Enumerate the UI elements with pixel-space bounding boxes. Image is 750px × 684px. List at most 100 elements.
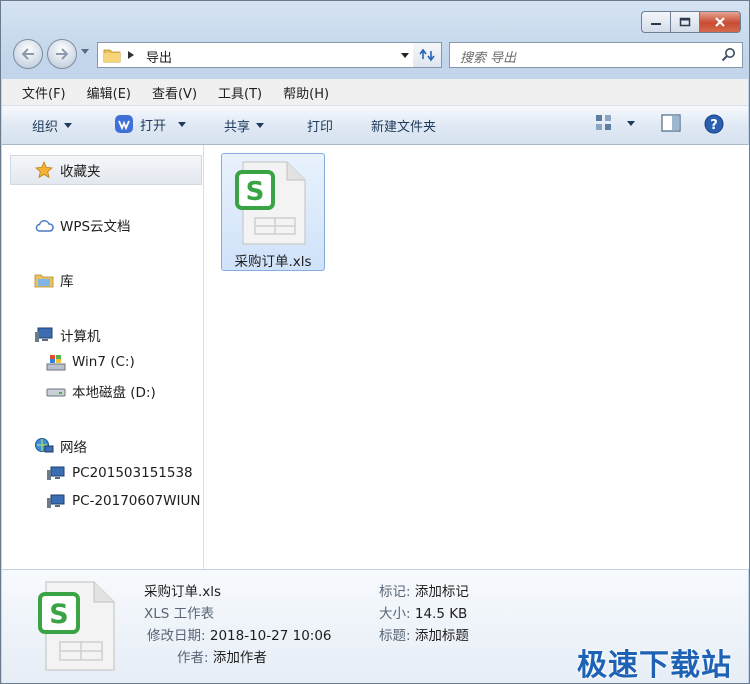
organize-button[interactable]: 组织 — [32, 116, 73, 135]
detail-size: 大小: 14.5 KB — [379, 602, 467, 622]
star-icon — [35, 161, 53, 179]
nav-libraries-label: 库 — [60, 274, 74, 290]
detail-author: 作者: 添加作者 — [177, 646, 267, 666]
detail-author-label: 作者: — [177, 650, 209, 666]
chevron-down-icon — [256, 123, 265, 128]
computer-icon — [47, 466, 65, 480]
nav-wps-cloud-label: WPS云文档 — [60, 219, 131, 235]
nav-computer-label: 计算机 — [60, 329, 101, 345]
file-name: 采购订单.xls — [234, 254, 312, 270]
nav-pc1-label: PC201503151538 — [72, 465, 193, 481]
svg-text:S: S — [246, 177, 265, 207]
help-icon: ? — [704, 114, 724, 134]
search-box[interactable]: 搜索 导出 — [449, 42, 743, 68]
new-folder-label: 新建文件夹 — [371, 120, 437, 135]
hard-drive-icon — [46, 388, 66, 397]
file-list: S 采购订单.xls — [204, 145, 749, 569]
open-button[interactable]: 打开 — [114, 114, 187, 134]
menu-edit[interactable]: 编辑(E) — [78, 83, 140, 102]
nav-computer[interactable]: 计算机 — [34, 325, 101, 345]
menu-file[interactable]: 文件(F) — [13, 83, 75, 102]
detail-size-label: 大小: — [379, 606, 411, 622]
view-options-button[interactable] — [595, 114, 635, 132]
details-pane: S 采购订单.xls XLS 工作表 修改日期: 2018-10-27 10:0… — [2, 569, 748, 683]
menu-bar: 文件(F) 编辑(E) 查看(V) 工具(T) 帮助(H) — [2, 79, 748, 106]
nav-drive-c-label: Win7 (C:) — [72, 354, 135, 370]
menu-view[interactable]: 查看(V) — [143, 83, 206, 102]
detail-title-label: 标题: — [379, 628, 411, 644]
nav-pc1[interactable]: PC201503151538 — [46, 464, 193, 482]
help-button[interactable]: ? — [704, 114, 724, 134]
detail-author-value[interactable]: 添加作者 — [213, 650, 267, 666]
wps-app-icon — [115, 115, 133, 133]
close-icon — [715, 17, 725, 27]
file-item[interactable]: S 采购订单.xls — [221, 153, 325, 271]
new-folder-button[interactable]: 新建文件夹 — [371, 116, 436, 135]
open-label: 打开 — [140, 118, 167, 134]
minimize-icon — [651, 23, 661, 25]
recent-pages-chevron-icon[interactable] — [81, 49, 89, 54]
nav-pc2-label: PC-20170607WIUN — [72, 493, 201, 509]
refresh-icon — [419, 48, 435, 62]
command-bar: 组织 打开 共享 打印 新建文件夹 ? — [2, 106, 748, 145]
forward-button[interactable] — [47, 39, 77, 69]
caption-buttons — [641, 11, 741, 33]
computer-icon — [47, 494, 65, 508]
watermark: 极速下载站 — [577, 648, 732, 683]
view-grid-icon — [596, 115, 611, 130]
nav-drive-c[interactable]: Win7 (C:) — [46, 353, 135, 371]
share-button[interactable]: 共享 — [224, 116, 265, 135]
detail-tags: 标记: 添加标记 — [379, 580, 469, 600]
preview-pane-icon — [661, 114, 681, 132]
address-dropdown-button[interactable] — [396, 43, 414, 67]
menu-help[interactable]: 帮助(H) — [274, 83, 338, 102]
preview-pane-button[interactable] — [661, 114, 681, 132]
organize-label: 组织 — [32, 120, 59, 135]
refresh-button[interactable] — [413, 42, 442, 68]
nav-drive-d[interactable]: 本地磁盘 (D:) — [46, 381, 156, 401]
nav-network-label: 网络 — [60, 440, 87, 456]
nav-drive-d-label: 本地磁盘 (D:) — [72, 385, 156, 401]
folder-icon — [103, 49, 121, 63]
chevron-down-icon — [627, 120, 635, 126]
detail-modified: 修改日期: 2018-10-27 10:06 — [147, 624, 332, 644]
svg-text:S: S — [49, 599, 68, 630]
chevron-down-icon — [401, 52, 409, 58]
arrow-right-icon — [56, 48, 69, 60]
print-button[interactable]: 打印 — [307, 116, 333, 135]
nav-favorites-label: 收藏夹 — [60, 164, 101, 180]
chevron-down-icon — [178, 121, 187, 127]
breadcrumb-arrow-icon[interactable] — [128, 51, 134, 59]
search-icon[interactable] — [721, 47, 736, 62]
address-path[interactable]: 导出 — [146, 47, 172, 66]
nav-pc2[interactable]: PC-20170607WIUN — [46, 492, 203, 510]
maximize-button[interactable] — [670, 11, 699, 33]
detail-modified-label: 修改日期: — [147, 628, 206, 644]
navigation-pane: 收藏夹 WPS云文档 库 计算机 Win7 (C:) 本地磁盘 (D:) 网络 — [2, 145, 204, 569]
detail-size-value: 14.5 KB — [414, 606, 468, 622]
explorer-window: 导出 搜索 导出 文件(F) 编辑(E) 查看(V) 工具(T) 帮助(H) 组… — [0, 0, 750, 684]
wps-spreadsheet-icon: S — [235, 161, 306, 245]
share-label: 共享 — [224, 120, 251, 135]
close-button[interactable] — [699, 11, 741, 33]
svg-text:?: ? — [710, 118, 718, 133]
nav-favorites[interactable]: 收藏夹 — [34, 160, 101, 180]
wps-spreadsheet-icon: S — [38, 581, 115, 671]
address-bar[interactable]: 导出 — [97, 42, 415, 68]
cloud-icon — [35, 220, 54, 232]
nav-wps-cloud[interactable]: WPS云文档 — [34, 215, 131, 235]
detail-title-value[interactable]: 添加标题 — [415, 628, 469, 644]
network-icon — [35, 438, 54, 453]
search-placeholder[interactable]: 搜索 导出 — [460, 47, 516, 66]
minimize-button[interactable] — [641, 11, 670, 33]
library-icon — [34, 274, 54, 288]
nav-network[interactable]: 网络 — [34, 436, 87, 456]
windows-drive-icon — [46, 355, 66, 371]
arrow-left-icon — [21, 48, 34, 60]
menu-tools[interactable]: 工具(T) — [209, 83, 271, 102]
detail-modified-value: 2018-10-27 10:06 — [209, 628, 332, 644]
detail-file-type: XLS 工作表 — [144, 606, 215, 622]
back-button[interactable] — [13, 39, 43, 69]
nav-libraries[interactable]: 库 — [34, 270, 74, 290]
detail-tags-value[interactable]: 添加标记 — [415, 584, 469, 600]
